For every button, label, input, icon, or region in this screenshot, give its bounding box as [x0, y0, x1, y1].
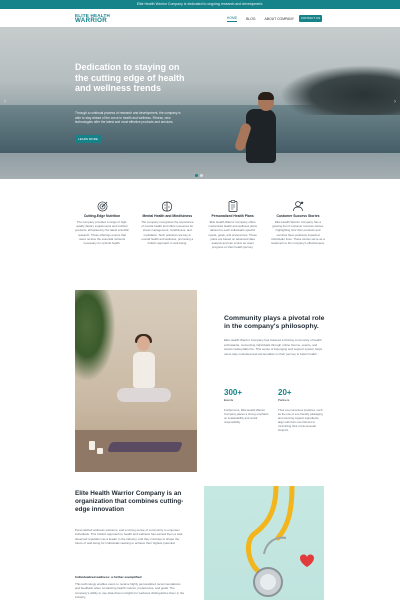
slider-dot[interactable]	[200, 174, 203, 177]
company-title: Elite Health Warrior Company is an organ…	[75, 490, 184, 513]
brand-logo[interactable]: ELITE HEALTH WARRIOR	[75, 13, 110, 25]
hero-title: Dedication to staying on the cutting edg…	[75, 62, 185, 94]
stat-label: Partners	[278, 398, 290, 402]
hero-text: Through a continual process of research …	[75, 111, 181, 125]
clipboard-icon	[206, 200, 260, 212]
feature-title: Cutting-Edge Nutrition	[83, 214, 121, 218]
nav-item-home[interactable]: HOME	[226, 16, 238, 22]
stat-description: Their eco-conscious practices, such as t…	[278, 408, 323, 433]
hero-slider-dots	[195, 174, 203, 177]
stat-partners: 20+ Partners Their eco-conscious practic…	[278, 388, 324, 432]
user-star-icon	[271, 200, 325, 212]
feature-mental-health: Mental Health and Mindfulness The compan…	[140, 200, 194, 249]
community-title: Community plays a pivotal role in the co…	[224, 315, 325, 331]
stat-value: 300+	[224, 388, 243, 397]
feature-health-plans: Personalized Health Plans Elite Health W…	[206, 200, 260, 249]
main-nav: HOME BLOG ABOUT COMPANY	[226, 16, 294, 22]
hero-runner-image	[228, 92, 288, 179]
feature-title: Customer Success Stories	[276, 214, 320, 218]
announcement-text: Elite Health Warrior Company is dedicate…	[136, 2, 264, 6]
feature-nutrition: Cutting-Edge Nutrition The company provi…	[75, 200, 129, 249]
feature-text: The company provides a range of high-qua…	[75, 220, 129, 246]
learn-more-button[interactable]: LEARN MORE	[75, 135, 101, 143]
slider-dot[interactable]	[195, 174, 198, 177]
stat-value: 20+	[278, 388, 292, 397]
nav-item-blog[interactable]: BLOG	[246, 17, 255, 21]
feature-success-stories: Customer Success Stories Elite Health Wa…	[271, 200, 325, 249]
target-icon	[75, 200, 129, 212]
feature-title: Mental Health and Mindfulness	[142, 214, 193, 218]
feature-title: Personalized Health Plans	[211, 214, 254, 218]
hero-prev-arrow-icon[interactable]: ‹	[4, 99, 6, 105]
hero-island-image	[280, 65, 400, 115]
stat-description: Furthermore, Elite Health Warrior Compan…	[224, 408, 269, 425]
brand-logo-line2: WARRIOR	[75, 17, 108, 25]
hero-banner: ‹ › Dedication to staying on the cutting…	[0, 27, 400, 179]
yoga-image	[75, 290, 197, 472]
brain-icon	[140, 200, 194, 212]
stethoscope-image	[204, 486, 324, 600]
feature-text: The company recognizes the importance of…	[141, 220, 194, 246]
community-text: Elite Health Warrior Company has fostere…	[224, 338, 323, 356]
company-text: Personalized wellness solutions, and a s…	[75, 528, 184, 546]
contact-us-button[interactable]: CONTACT US	[299, 15, 322, 22]
stat-label: Events	[224, 398, 234, 402]
company-subheading: Individualized wellness: a further exemp…	[75, 575, 142, 579]
announcement-bar: Elite Health Warrior Company is dedicate…	[0, 0, 400, 9]
nav-item-about-company[interactable]: ABOUT COMPANY	[265, 17, 294, 21]
stat-events: 300+ Events Furthermore, Elite Health Wa…	[224, 388, 270, 424]
site-header: ELITE HEALTH WARRIOR HOME BLOG ABOUT COM…	[0, 9, 400, 29]
feature-text: Elite Health Warrior Company offers cust…	[208, 220, 257, 250]
hero-next-arrow-icon[interactable]: ›	[394, 99, 396, 105]
company-subtext: This technology enables users to receive…	[75, 582, 185, 600]
features-row: Cutting-Edge Nutrition The company provi…	[75, 200, 325, 249]
feature-text: Elite Health Warrior Company has a growi…	[271, 220, 325, 246]
